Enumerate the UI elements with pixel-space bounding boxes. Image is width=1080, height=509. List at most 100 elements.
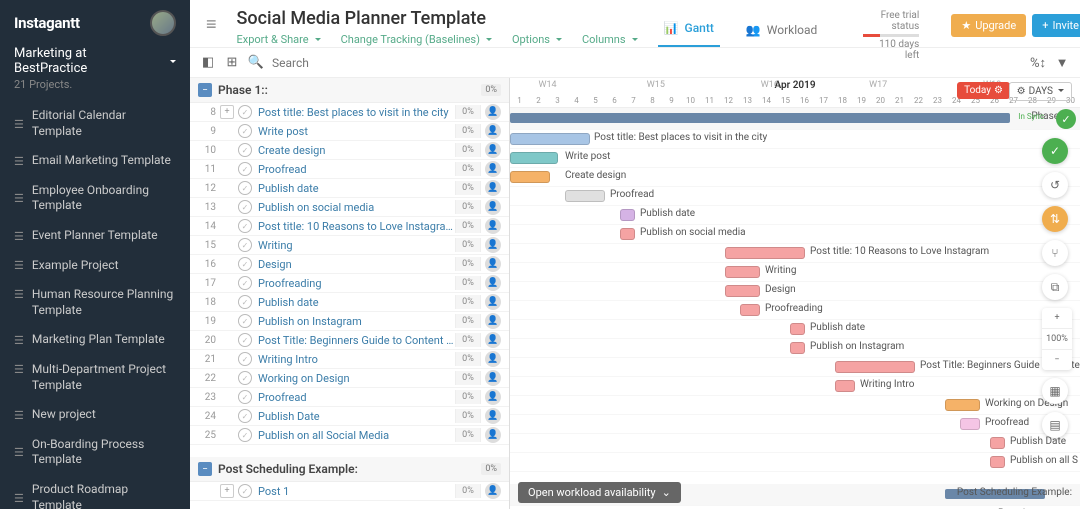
sidebar-item[interactable]: ☰Email Marketing Template — [0, 146, 190, 176]
assignee-avatar[interactable]: 👤 — [485, 408, 501, 424]
sidebar-item[interactable]: ☰Multi-Department Project Template — [0, 355, 190, 400]
check-icon[interactable]: ✓ — [238, 484, 252, 498]
workspace-switcher[interactable]: Marketing at BestPractice — [0, 42, 190, 78]
task-row[interactable]: 14✓Post title: 10 Reasons to Love Instag… — [190, 217, 509, 236]
today-button[interactable]: Today⚙ — [957, 82, 1010, 99]
gantt-bar[interactable] — [565, 190, 605, 202]
assignee-avatar[interactable]: 👤 — [485, 313, 501, 329]
gantt-bar[interactable] — [960, 418, 980, 430]
gantt-body[interactable]: Phase 1::In Sync✓Post title: Best places… — [510, 108, 1080, 509]
check-icon[interactable]: ✓ — [238, 219, 252, 233]
task-name[interactable]: Proofread — [258, 391, 455, 404]
task-row[interactable]: 25✓Publish on all Social Media0%👤 — [190, 426, 509, 445]
sidebar-item[interactable]: ☰New project — [0, 400, 190, 430]
check-icon[interactable]: ✓ — [238, 428, 252, 442]
task-row[interactable]: 8+✓Post title: Best places to visit in t… — [190, 103, 509, 122]
task-name[interactable]: Publish on all Social Media — [258, 429, 455, 442]
check-icon[interactable]: ✓ — [238, 162, 252, 176]
check-icon[interactable]: ✓ — [238, 409, 252, 423]
task-name[interactable]: Post 1 — [258, 485, 455, 498]
hamburger-icon[interactable]: ≡ — [206, 8, 217, 35]
task-row[interactable]: 18✓Publish date0%👤 — [190, 293, 509, 312]
sidebar-item[interactable]: ☰Marketing Plan Template — [0, 325, 190, 355]
task-row[interactable]: 15✓Writing0%👤 — [190, 236, 509, 255]
expand-icon[interactable]: ⊞ — [224, 55, 240, 71]
assignee-avatar[interactable]: 👤 — [485, 332, 501, 348]
upgrade-button[interactable]: ★Upgrade — [951, 14, 1026, 37]
sort-arrows-icon[interactable]: ⇅ — [1042, 206, 1068, 232]
check-icon[interactable]: ✓ — [238, 124, 252, 138]
gantt-bar[interactable] — [945, 399, 980, 411]
search-input[interactable] — [272, 56, 392, 70]
collapse-icon[interactable]: − — [198, 83, 212, 97]
task-name[interactable]: Post title: 10 Reasons to Love Instagram — [258, 220, 455, 233]
check-icon[interactable]: ✓ — [238, 390, 252, 404]
collapse-icon[interactable]: ◧ — [200, 55, 216, 71]
task-row[interactable]: +✓Post 10%👤 — [190, 482, 509, 501]
phase-header[interactable]: −Phase 1::0% — [190, 78, 509, 103]
gantt-bar[interactable] — [990, 437, 1005, 449]
gantt-bar[interactable] — [790, 323, 805, 335]
assignee-avatar[interactable]: 👤 — [485, 123, 501, 139]
add-task-button[interactable]: + — [220, 105, 234, 119]
task-name[interactable]: Writing Intro — [258, 353, 455, 366]
task-row[interactable]: 21✓Writing Intro0%👤 — [190, 350, 509, 369]
task-name[interactable]: Write post — [258, 125, 455, 138]
assignee-avatar[interactable]: 👤 — [485, 218, 501, 234]
task-name[interactable]: Publish on social media — [258, 201, 455, 214]
check-icon[interactable]: ✓ — [238, 181, 252, 195]
check-icon[interactable]: ✓ — [238, 200, 252, 214]
menu-tracking[interactable]: Change Tracking (Baselines) — [341, 33, 492, 46]
check-icon[interactable]: ✓ — [238, 314, 252, 328]
copy-icon[interactable]: ⧉ — [1042, 274, 1068, 300]
sidebar-item[interactable]: ☰On-Boarding Process Template — [0, 430, 190, 475]
sidebar-item[interactable]: ☰Product Roadmap Template — [0, 475, 190, 509]
assignee-avatar[interactable]: 👤 — [485, 427, 501, 443]
phase-bar[interactable] — [510, 113, 1010, 123]
task-name[interactable]: Publish Date — [258, 410, 455, 423]
task-name[interactable]: Proofread — [258, 163, 455, 176]
check-icon[interactable]: ✓ — [238, 257, 252, 271]
task-row[interactable]: 16✓Design0%👤 — [190, 255, 509, 274]
map-icon[interactable]: ▦ — [1042, 378, 1068, 404]
assignee-avatar[interactable]: 👤 — [485, 161, 501, 177]
task-row[interactable]: 12✓Publish date0%👤 — [190, 179, 509, 198]
zoom-out-button[interactable]: − — [1042, 350, 1072, 370]
task-row[interactable]: 23✓Proofread0%👤 — [190, 388, 509, 407]
percent-sort-icon[interactable]: %↕ — [1030, 55, 1046, 71]
menu-columns[interactable]: Columns — [582, 33, 638, 46]
search-icon[interactable]: 🔍 — [248, 55, 264, 71]
task-name[interactable]: Publish date — [258, 182, 455, 195]
gantt-bar[interactable] — [740, 304, 760, 316]
assignee-avatar[interactable]: 👤 — [485, 180, 501, 196]
invite-button[interactable]: +Invite — [1032, 14, 1080, 37]
check-circle-icon[interactable]: ✓ — [1056, 109, 1076, 129]
assignee-avatar[interactable]: 👤 — [485, 483, 501, 499]
zoom-unit-button[interactable]: ⚙DAYS — [1009, 82, 1072, 101]
check-icon[interactable]: ✓ — [238, 295, 252, 309]
check-icon[interactable]: ✓ — [238, 238, 252, 252]
assignee-avatar[interactable]: 👤 — [485, 237, 501, 253]
task-row[interactable]: 17✓Proofreading0%👤 — [190, 274, 509, 293]
check-icon[interactable]: ✓ — [238, 333, 252, 347]
assignee-avatar[interactable]: 👤 — [485, 199, 501, 215]
assignee-avatar[interactable]: 👤 — [485, 351, 501, 367]
gantt-bar[interactable] — [510, 171, 550, 183]
gantt-bar[interactable] — [510, 152, 558, 164]
gantt-bar[interactable] — [620, 209, 635, 221]
assignee-avatar[interactable]: 👤 — [485, 294, 501, 310]
task-name[interactable]: Post title: Best places to visit in the … — [258, 106, 455, 119]
task-row[interactable]: 20✓Post Title: Beginners Guide to Conten… — [190, 331, 509, 350]
task-name[interactable]: Working on Design — [258, 372, 455, 385]
gantt-bar[interactable] — [990, 456, 1005, 468]
check-icon[interactable]: ✓ — [238, 371, 252, 385]
filter-icon[interactable]: ▼ — [1054, 55, 1070, 71]
task-row[interactable]: 19✓Publish on Instagram0%👤 — [190, 312, 509, 331]
task-name[interactable]: Writing — [258, 239, 455, 252]
check-icon[interactable]: ✓ — [238, 352, 252, 366]
gantt-bar[interactable] — [725, 285, 760, 297]
tab-workload[interactable]: 👥Workload — [740, 23, 823, 47]
assignee-avatar[interactable]: 👤 — [485, 256, 501, 272]
task-name[interactable]: Publish date — [258, 296, 455, 309]
calendar-icon[interactable]: ▤ — [1042, 412, 1068, 438]
